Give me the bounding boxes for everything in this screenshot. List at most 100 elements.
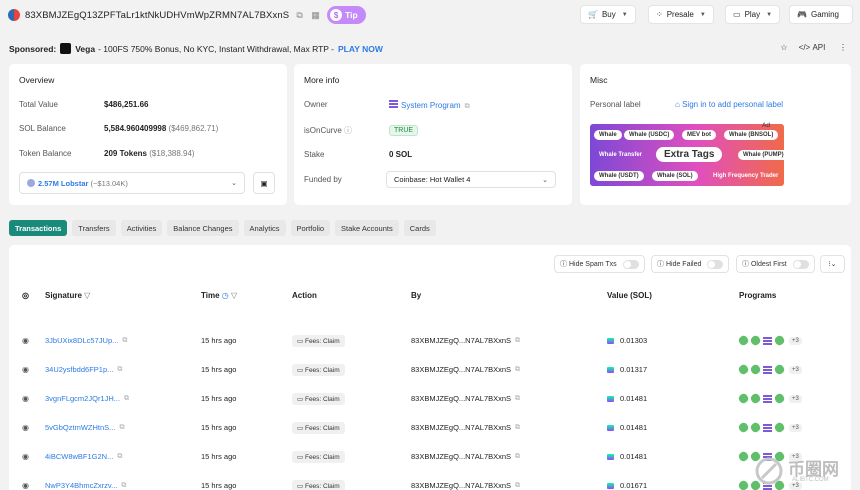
wallet-icon[interactable]: ▣ — [253, 172, 275, 194]
by-address[interactable]: 83XBMJZEgQ...N7AL7BXxnS — [411, 481, 511, 490]
program-icon[interactable] — [773, 363, 786, 376]
star-icon[interactable]: ☆ — [776, 40, 792, 55]
hide-spam-toggle[interactable]: ⓘ Hide Spam Txs — [554, 255, 645, 273]
monitor-icon: ▭ — [733, 10, 741, 19]
token-select-usd: (~$13.04K) — [90, 178, 128, 188]
tab-balance-changes[interactable]: Balance Changes — [167, 220, 239, 236]
eye-icon[interactable]: ◉ — [22, 326, 29, 355]
signature-link[interactable]: 34U2ysfbdd6FP1p... — [45, 365, 113, 374]
funded-by-select[interactable]: Coinbase: Hot Wallet 4 ⌄ — [386, 171, 556, 188]
eye-icon[interactable]: ◉ — [22, 413, 29, 442]
by-address[interactable]: 83XBMJZEgQ...N7AL7BXxnS — [411, 423, 511, 432]
ad-tag: Whale Transfer — [599, 152, 643, 158]
copy-icon[interactable]: ⧉ — [121, 482, 126, 490]
program-icon[interactable] — [773, 392, 786, 405]
copy-icon[interactable]: ⧉ — [515, 366, 520, 374]
info-icon: ⓘ — [657, 261, 664, 268]
signature-header: Signature ▽ — [45, 291, 90, 300]
program-icon[interactable] — [749, 421, 762, 434]
eye-icon[interactable]: ◉ — [22, 442, 29, 471]
nav-gaming[interactable]: 🎮 Gaming — [789, 5, 853, 24]
program-icon[interactable] — [737, 363, 750, 376]
tab-portfolio[interactable]: Portfolio — [290, 220, 331, 236]
more-programs-badge[interactable]: +3 — [789, 394, 802, 403]
program-icon[interactable] — [763, 423, 772, 432]
copy-icon[interactable]: ⧉ — [122, 337, 127, 345]
table-row: ◉ 34U2ysfbdd6FP1p... ⧉ 15 hrs ago ▭ Fees: Cl… — [9, 355, 851, 384]
program-icon[interactable] — [737, 479, 750, 490]
qr-code-icon[interactable]: ▦ — [310, 10, 321, 21]
copy-icon[interactable]: ⧉ — [124, 395, 129, 403]
filter-icon[interactable]: ▽ — [231, 291, 237, 300]
owner-link[interactable]: System Program — [401, 101, 461, 110]
tab-analytics[interactable]: Analytics — [243, 220, 286, 236]
sign-in-link[interactable]: Sign in to add personal label — [682, 100, 783, 109]
filter-icon[interactable]: ▽ — [84, 291, 90, 300]
signature-link[interactable]: 4iBCW8wBF1G2N... — [45, 452, 113, 461]
by-address[interactable]: 83XBMJZEgQ...N7AL7BXxnS — [411, 452, 511, 461]
signature-link[interactable]: 3JbUXix8DLc57JUp... — [45, 336, 118, 345]
copy-icon[interactable]: ⧉ — [117, 453, 122, 461]
tab-transactions[interactable]: Transactions — [9, 220, 68, 236]
nav-play[interactable]: ▭ Play ▼ — [725, 5, 781, 24]
copy-icon[interactable]: ⧉ — [515, 395, 520, 403]
signature-link[interactable]: 3vgnFLgcm2JQr1JH... — [45, 394, 120, 403]
tab-activities[interactable]: Activities — [120, 220, 163, 236]
program-icon[interactable] — [763, 336, 772, 345]
solana-icon — [607, 395, 614, 402]
signature-link[interactable]: NwP3Y4BhmcZxrzv... — [45, 481, 117, 490]
program-icon[interactable] — [763, 365, 772, 374]
program-icon[interactable] — [763, 394, 772, 403]
chevron-down-icon: ▼ — [766, 11, 773, 18]
program-icon[interactable] — [749, 363, 762, 376]
info-icon: ⓘ — [344, 126, 353, 135]
watermark-logo-icon — [755, 457, 783, 485]
tab-cards[interactable]: Cards — [403, 220, 436, 236]
nav-presale[interactable]: ⁘ Presale ▼ — [648, 5, 714, 24]
more-programs-badge[interactable]: +3 — [789, 336, 802, 345]
copy-icon[interactable]: ⧉ — [294, 10, 305, 21]
tab-stake-accounts[interactable]: Stake Accounts — [335, 220, 399, 236]
program-icon[interactable] — [773, 334, 786, 347]
copy-icon[interactable]: ⧉ — [515, 453, 520, 461]
copy-icon[interactable]: ⧉ — [515, 337, 520, 345]
copy-icon[interactable]: ⧉ — [117, 366, 122, 374]
copy-icon[interactable]: ⧉ — [465, 103, 470, 110]
program-icon[interactable] — [737, 450, 750, 463]
by-address[interactable]: 83XBMJZEgQ...N7AL7BXxnS — [411, 394, 511, 403]
more-programs-badge[interactable]: +3 — [789, 423, 802, 432]
vega-logo-icon — [60, 43, 72, 54]
program-icon[interactable] — [737, 392, 750, 405]
program-icon[interactable] — [749, 334, 762, 347]
sponsor-cta-link[interactable]: PLAY NOW — [338, 44, 383, 54]
by-address[interactable]: 83XBMJZEgQ...N7AL7BXxnS — [411, 365, 511, 374]
nav-buy[interactable]: 🛒 Buy ▼ — [580, 5, 636, 24]
value-cell: 0.01303 — [620, 336, 648, 345]
more-programs-badge[interactable]: +3 — [789, 365, 802, 374]
tip-button[interactable]: $ Tip — [327, 6, 366, 24]
token-select[interactable]: 2.57M Lobstar (~$13.04K) ⌄ — [19, 172, 245, 194]
signature-link[interactable]: 5vGbQztmWZHtnS... — [45, 423, 115, 432]
program-icon[interactable] — [773, 421, 786, 434]
hide-failed-toggle[interactable]: ⓘ Hide Failed — [651, 255, 730, 273]
more-icon[interactable]: ⋮ — [835, 40, 851, 55]
chevron-down-icon: ▼ — [699, 11, 706, 18]
oldest-first-toggle[interactable]: ⓘ Oldest First — [736, 255, 815, 273]
value-cell: 0.01481 — [620, 394, 648, 403]
tab-transfers[interactable]: Transfers — [72, 220, 116, 236]
program-icon[interactable] — [737, 421, 750, 434]
program-icon[interactable] — [749, 392, 762, 405]
copy-icon[interactable]: ⧉ — [515, 482, 520, 490]
api-button[interactable]: </> API — [797, 40, 827, 55]
extra-tags-ad[interactable]: Ad Whale Whale (USDC) MEV bot Whale (BNS… — [590, 122, 789, 186]
program-icon[interactable] — [737, 334, 750, 347]
eye-icon[interactable]: ◉ — [22, 355, 29, 384]
column-settings-icon[interactable]: ⁝⌄ — [820, 255, 845, 273]
clock-icon[interactable]: ◷ — [222, 291, 229, 300]
eye-icon[interactable]: ◉ — [22, 471, 29, 490]
eye-icon[interactable]: ◉ — [22, 384, 29, 413]
by-address[interactable]: 83XBMJZEgQ...N7AL7BXxnS — [411, 336, 511, 345]
copy-icon[interactable]: ⧉ — [119, 424, 124, 432]
copy-icon[interactable]: ⧉ — [515, 424, 520, 432]
funded-row: Funded by — [304, 175, 389, 184]
